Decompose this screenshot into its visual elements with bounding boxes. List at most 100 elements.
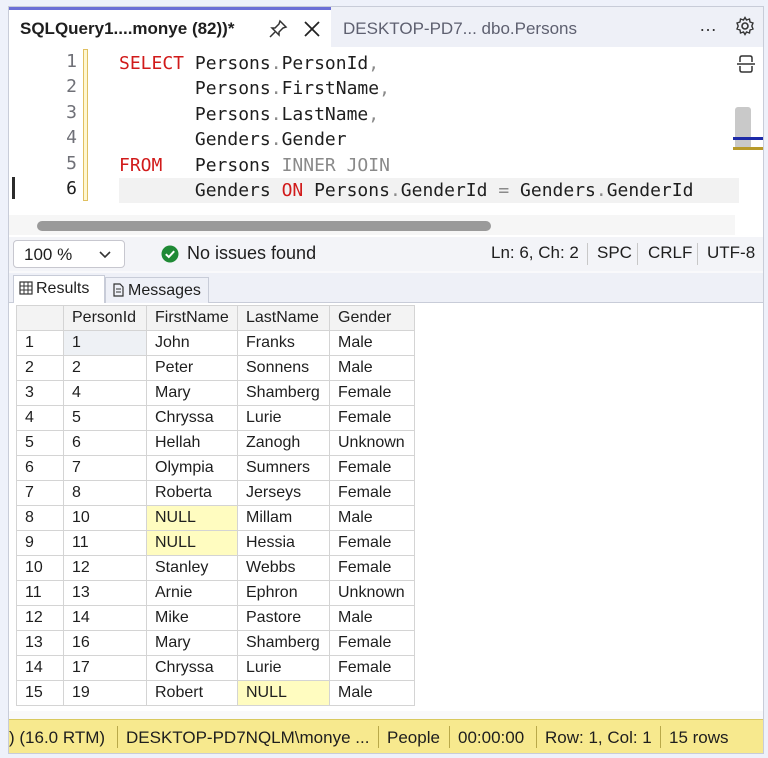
vertical-scrollbar-thumb[interactable] [735,107,751,149]
table-row[interactable]: 6 7 Olympia Sumners Female [16,455,415,481]
personid-cell[interactable]: 13 [63,580,147,606]
column-header-lastname[interactable]: LastName [237,305,330,331]
firstname-cell[interactable]: Mike [146,605,238,631]
gender-cell[interactable]: Female [329,405,415,431]
code-line[interactable]: Genders ON Persons.GenderId = Genders.Ge… [119,177,739,204]
table-row[interactable]: 15 19 Robert NULL Male [16,680,415,706]
row-number[interactable]: 10 [16,555,64,581]
firstname-cell[interactable]: Arnie [146,580,238,606]
row-number[interactable]: 15 [16,680,64,706]
firstname-cell[interactable]: Roberta [146,480,238,506]
row-number-header[interactable] [16,305,64,331]
personid-cell[interactable]: 19 [63,680,147,706]
lastname-cell[interactable]: Pastore [237,605,330,631]
personid-cell[interactable]: 17 [63,655,147,681]
issues-status[interactable]: No issues found [187,243,316,264]
code-text[interactable]: SELECT Persons.PersonId, Persons.FirstNa… [119,51,739,204]
gender-cell[interactable]: Male [329,330,415,356]
line-column-indicator[interactable]: Ln: 6, Ch: 2 [491,243,579,263]
firstname-cell[interactable]: Olympia [146,455,238,481]
firstname-cell[interactable]: Stanley [146,555,238,581]
row-number[interactable]: 8 [16,505,64,531]
personid-cell[interactable]: 2 [63,355,147,381]
horizontal-scrollbar[interactable] [9,215,735,235]
lastname-cell[interactable]: Webbs [237,555,330,581]
row-number[interactable]: 3 [16,380,64,406]
table-row[interactable]: 4 5 Chryssa Lurie Female [16,405,415,431]
close-icon[interactable] [301,18,323,40]
personid-cell[interactable]: 11 [63,530,147,556]
gender-cell[interactable]: Unknown [329,430,415,456]
personid-cell[interactable]: 10 [63,505,147,531]
lastname-cell[interactable]: Ephron [237,580,330,606]
personid-cell[interactable]: 12 [63,555,147,581]
firstname-cell[interactable]: Hellah [146,430,238,456]
lastname-cell[interactable]: Hessia [237,530,330,556]
lastname-cell[interactable]: Lurie [237,405,330,431]
split-editor-icon[interactable] [735,53,757,75]
row-number[interactable]: 6 [16,455,64,481]
firstname-cell[interactable]: NULL [146,505,238,531]
firstname-cell[interactable]: Chryssa [146,655,238,681]
gender-cell[interactable]: Female [329,555,415,581]
gender-cell[interactable]: Male [329,680,415,706]
sql-editor[interactable]: 123456 SELECT Persons.PersonId, Persons.… [9,47,763,237]
gender-cell[interactable]: Female [329,530,415,556]
lastname-cell[interactable]: NULL [237,680,330,706]
whitespace-indicator[interactable]: SPC [597,243,632,263]
personid-cell[interactable]: 7 [63,455,147,481]
column-header-firstname[interactable]: FirstName [146,305,238,331]
table-row[interactable]: 5 6 Hellah Zanogh Unknown [16,430,415,456]
gender-cell[interactable]: Male [329,505,415,531]
personid-cell[interactable]: 6 [63,430,147,456]
lastname-cell[interactable]: Lurie [237,655,330,681]
lastname-cell[interactable]: Zanogh [237,430,330,456]
lastname-cell[interactable]: Franks [237,330,330,356]
tab-results[interactable]: Results [13,275,105,303]
gender-cell[interactable]: Male [329,605,415,631]
firstname-cell[interactable]: John [146,330,238,356]
column-header-personid[interactable]: PersonId [63,305,147,331]
gender-cell[interactable]: Female [329,630,415,656]
lastname-cell[interactable]: Jerseys [237,480,330,506]
lastname-cell[interactable]: Shamberg [237,380,330,406]
gender-cell[interactable]: Male [329,355,415,381]
tab-dbo-persons[interactable]: DESKTOP-PD7... dbo.Persons [343,7,603,47]
code-line[interactable]: Persons.FirstName, [119,76,739,101]
table-row[interactable]: 3 4 Mary Shamberg Female [16,380,415,406]
firstname-cell[interactable]: Mary [146,630,238,656]
gear-icon[interactable] [735,16,755,36]
firstname-cell[interactable]: NULL [146,530,238,556]
lastname-cell[interactable]: Sumners [237,455,330,481]
lastname-cell[interactable]: Shamberg [237,630,330,656]
row-number[interactable]: 5 [16,430,64,456]
table-row[interactable]: 12 14 Mike Pastore Male [16,605,415,631]
code-line[interactable]: Genders.Gender [119,127,739,152]
firstname-cell[interactable]: Chryssa [146,405,238,431]
gender-cell[interactable]: Female [329,480,415,506]
personid-cell[interactable]: 4 [63,380,147,406]
personid-cell[interactable]: 5 [63,405,147,431]
personid-cell[interactable]: 14 [63,605,147,631]
zoom-dropdown[interactable]: 100 % [13,240,125,268]
table-row[interactable]: 10 12 Stanley Webbs Female [16,555,415,581]
row-number[interactable]: 9 [16,530,64,556]
tab-sqlquery1[interactable]: SQLQuery1....monye (82))* [9,7,331,47]
table-row[interactable]: 13 16 Mary Shamberg Female [16,630,415,656]
table-row[interactable]: 9 11 NULL Hessia Female [16,530,415,556]
row-number[interactable]: 14 [16,655,64,681]
code-line[interactable]: SELECT Persons.PersonId, [119,51,739,76]
line-endings-indicator[interactable]: CRLF [648,243,692,263]
lastname-cell[interactable]: Sonnens [237,355,330,381]
row-number[interactable]: 4 [16,405,64,431]
personid-cell[interactable]: 16 [63,630,147,656]
table-row[interactable]: 1 1 John Franks Male [16,330,415,356]
row-number[interactable]: 11 [16,580,64,606]
gender-cell[interactable]: Female [329,655,415,681]
more-options-icon[interactable]: … [699,15,718,36]
row-number[interactable]: 2 [16,355,64,381]
firstname-cell[interactable]: Robert [146,680,238,706]
encoding-indicator[interactable]: UTF-8 [707,243,755,263]
table-row[interactable]: 14 17 Chryssa Lurie Female [16,655,415,681]
lastname-cell[interactable]: Millam [237,505,330,531]
